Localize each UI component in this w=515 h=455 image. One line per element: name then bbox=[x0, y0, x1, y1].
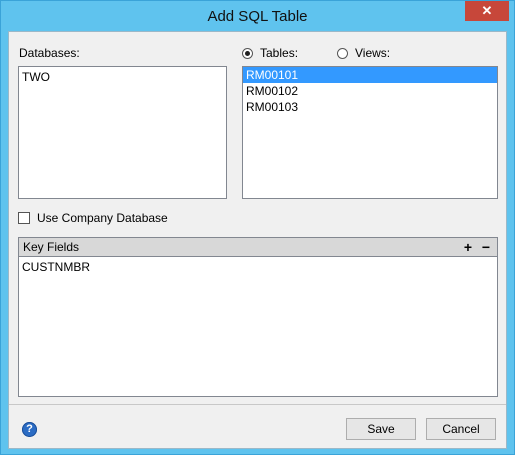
databases-listbox[interactable]: TWO bbox=[18, 66, 227, 199]
plus-icon: + bbox=[463, 239, 473, 255]
close-icon: ✕ bbox=[481, 3, 493, 18]
add-key-field-button[interactable]: + bbox=[461, 238, 475, 256]
minus-icon: − bbox=[481, 239, 491, 255]
save-button[interactable]: Save bbox=[346, 418, 416, 440]
footer-divider bbox=[9, 404, 506, 405]
close-button[interactable]: ✕ bbox=[465, 1, 509, 21]
tables-listbox[interactable]: RM00101 RM00102 RM00103 bbox=[242, 66, 498, 199]
views-radio-label[interactable]: Views: bbox=[355, 46, 390, 60]
table-item[interactable]: RM00102 bbox=[243, 83, 497, 99]
database-item[interactable]: TWO bbox=[19, 69, 226, 85]
tables-radio-label[interactable]: Tables: bbox=[260, 46, 298, 60]
use-company-database-checkbox[interactable] bbox=[18, 212, 30, 224]
help-icon[interactable]: ? bbox=[22, 422, 37, 437]
key-fields-header: Key Fields + − bbox=[19, 238, 497, 257]
remove-key-field-button[interactable]: − bbox=[479, 238, 493, 256]
tables-radio[interactable] bbox=[242, 48, 253, 59]
dialog-title: Add SQL Table bbox=[207, 8, 308, 25]
dialog-window: Add SQL Table ✕ Databases: TWO Tables: V… bbox=[0, 0, 515, 455]
views-radio[interactable] bbox=[337, 48, 348, 59]
cancel-button[interactable]: Cancel bbox=[426, 418, 496, 440]
key-fields-title: Key Fields bbox=[23, 240, 80, 254]
dialog-body: Databases: TWO Tables: Views: RM00101 RM… bbox=[8, 31, 507, 449]
key-fields-panel: Key Fields + − CUSTNMBR bbox=[18, 237, 498, 397]
table-item[interactable]: RM00103 bbox=[243, 99, 497, 115]
databases-label: Databases: bbox=[19, 46, 80, 60]
table-item-selected[interactable]: RM00101 bbox=[243, 67, 497, 83]
use-company-database-label[interactable]: Use Company Database bbox=[37, 211, 168, 225]
key-field-item[interactable]: CUSTNMBR bbox=[19, 259, 497, 275]
radio-selected-dot bbox=[245, 51, 250, 56]
title-bar[interactable]: Add SQL Table ✕ bbox=[1, 1, 514, 31]
